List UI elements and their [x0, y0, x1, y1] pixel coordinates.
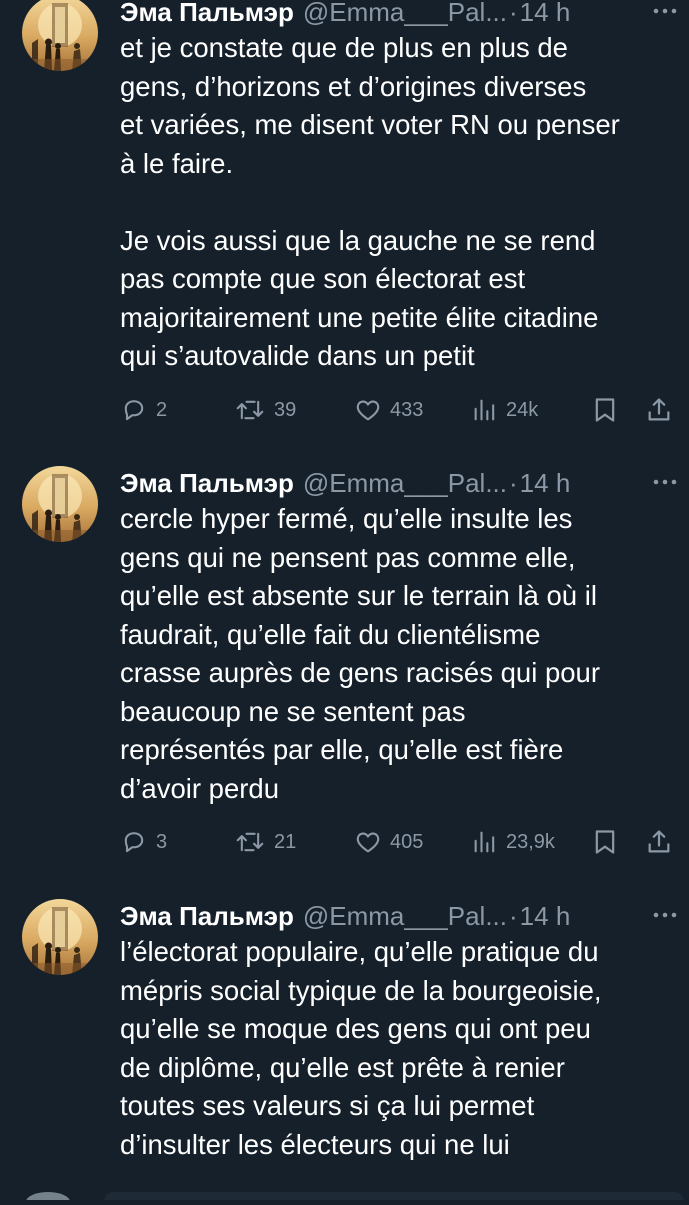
share-button[interactable]: [646, 824, 672, 860]
more-icon[interactable]: [651, 901, 679, 929]
separator-dot: ·: [509, 467, 518, 498]
tweet-actions: 3 21 405 23,9k: [118, 824, 678, 860]
views-icon: [474, 399, 495, 421]
tweet-text: l’électorat populaire, qu’elle pratique …: [120, 936, 602, 1160]
retweet-button[interactable]: 21: [234, 824, 296, 860]
bookmark-icon: [595, 398, 615, 422]
bookmark-icon: [595, 830, 615, 854]
tweet-header: Эма Пальмэр @Emma___Pal... · 14 h: [120, 0, 669, 29]
avatar[interactable]: [22, 466, 98, 542]
share-button[interactable]: [646, 392, 672, 428]
reply-button[interactable]: 3: [120, 824, 167, 860]
reply-count: 3: [156, 830, 168, 853]
retweet-count: 21: [274, 830, 297, 853]
like-button[interactable]: 405: [354, 824, 423, 860]
share-icon: [648, 830, 670, 853]
views-button[interactable]: 23,9k: [472, 824, 555, 860]
timestamp[interactable]: 14 h: [520, 468, 571, 499]
retweet-icon: [236, 832, 264, 852]
views-icon: [474, 831, 495, 853]
separator-dot: ·: [509, 900, 518, 931]
retweet-button[interactable]: 39: [234, 392, 296, 428]
like-button[interactable]: 433: [354, 392, 423, 428]
author-handle[interactable]: @Emma___Pal...: [303, 0, 507, 28]
author-name[interactable]: Эма Пальмэр: [120, 0, 294, 28]
reply-button[interactable]: 2: [120, 392, 167, 428]
author-name[interactable]: Эма Пальмэр: [120, 468, 294, 499]
retweet-count: 39: [274, 398, 297, 421]
more-icon[interactable]: [651, 468, 679, 496]
tweet-header: Эма Пальмэр @Emma___Pal... · 14 h: [120, 899, 669, 933]
tweet-text: et je constate que de plus en plus de ge…: [120, 32, 620, 371]
views-count: 24k: [506, 398, 539, 421]
tweet-text: cercle hyper fermé, qu’elle insulte les …: [120, 503, 600, 804]
next-row-peek: [0, 1186, 689, 1205]
timestamp[interactable]: 14 h: [520, 901, 571, 932]
separator-dot: ·: [509, 0, 518, 27]
bookmark-button[interactable]: [592, 392, 618, 428]
author-name[interactable]: Эма Пальмэр: [120, 901, 294, 932]
more-icon[interactable]: [651, 0, 679, 25]
views-count: 23,9k: [506, 830, 555, 853]
views-button[interactable]: 24k: [472, 392, 538, 428]
author-handle[interactable]: @Emma___Pal...: [303, 468, 507, 499]
reply-count: 2: [156, 398, 168, 421]
timestamp[interactable]: 14 h: [520, 0, 571, 28]
avatar[interactable]: [22, 899, 98, 975]
like-count: 433: [390, 398, 424, 421]
tweet-actions: 2 39 433 24k: [118, 392, 678, 428]
avatar[interactable]: [22, 0, 98, 71]
tweet-header: Эма Пальмэр @Emma___Pal... · 14 h: [120, 466, 669, 500]
bookmark-button[interactable]: [592, 824, 618, 860]
reply-icon: [124, 832, 144, 853]
like-count: 405: [390, 830, 424, 853]
heart-icon: [356, 832, 380, 853]
reply-icon: [124, 400, 144, 421]
author-handle[interactable]: @Emma___Pal...: [303, 901, 507, 932]
share-icon: [648, 398, 670, 421]
retweet-icon: [236, 400, 264, 420]
heart-icon: [356, 400, 380, 421]
